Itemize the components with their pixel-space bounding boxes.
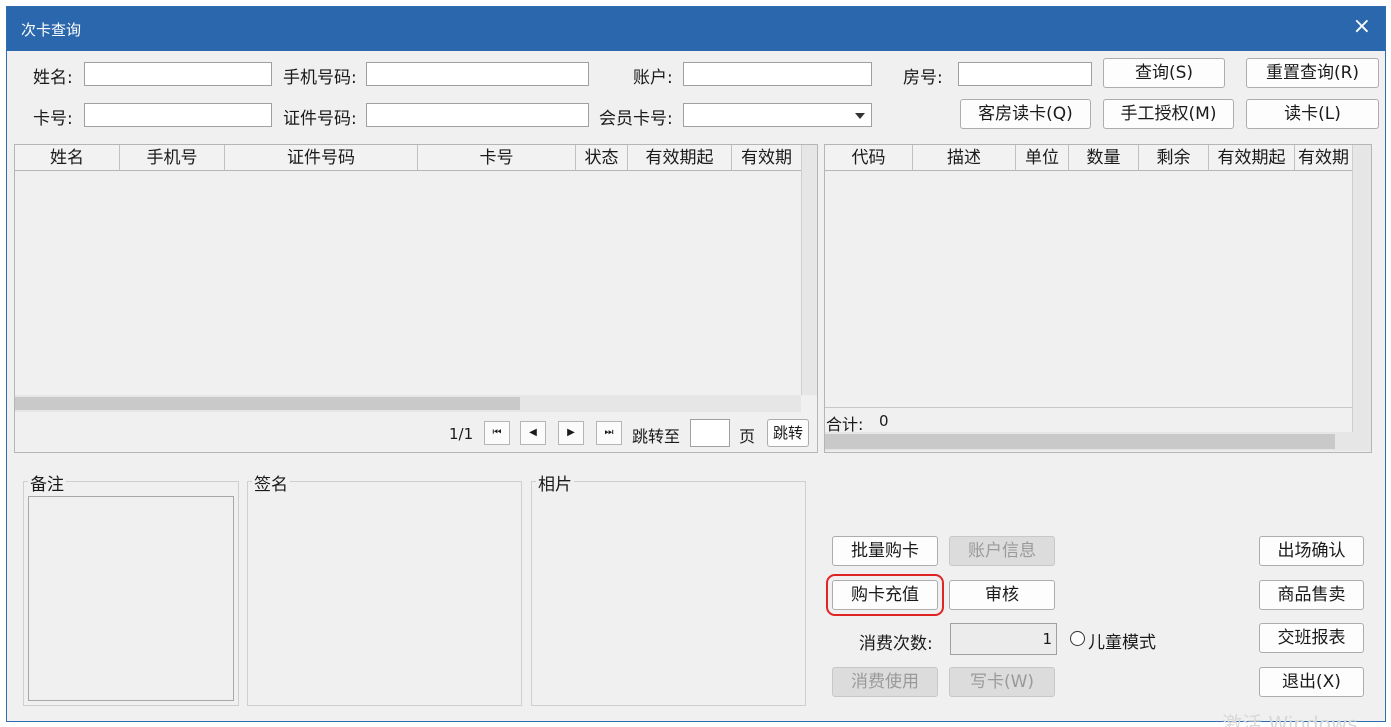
id-no-label: 证件号码:: [283, 109, 357, 129]
card-items-header: 代码 描述 单位 数量 剩余 有效期起 有效期: [825, 145, 1352, 171]
total-divider: [825, 407, 1352, 408]
scrollbar-thumb[interactable]: [825, 434, 1335, 449]
chevron-down-icon: [855, 113, 865, 119]
column-header[interactable]: 代码: [825, 145, 913, 170]
query-button[interactable]: 查询(S): [1103, 58, 1225, 88]
consume-count-label: 消费次数:: [859, 634, 933, 654]
prev-page-icon[interactable]: ◀: [520, 421, 546, 445]
shift-report-button[interactable]: 交班报表: [1259, 623, 1364, 653]
column-header[interactable]: 有效期: [732, 145, 801, 170]
photo-panel: 相片: [531, 470, 806, 706]
windows-activation-watermark: 激活 Windows: [1222, 712, 1358, 727]
close-icon[interactable]: ×: [1353, 15, 1371, 39]
vertical-scrollbar[interactable]: [1352, 145, 1371, 432]
card-list-header: 姓名 手机号 证件号码 卡号 状态 有效期起 有效期: [15, 145, 801, 171]
account-input[interactable]: [683, 62, 872, 86]
last-page-icon[interactable]: ⏭: [596, 421, 622, 445]
horizontal-scrollbar[interactable]: [15, 395, 801, 412]
column-header[interactable]: 描述: [913, 145, 1016, 170]
vertical-scrollbar[interactable]: [801, 145, 817, 395]
account-info-button[interactable]: 账户信息: [949, 536, 1055, 566]
manual-authorize-button[interactable]: 手工授权(M): [1103, 99, 1234, 129]
card-no-input[interactable]: [84, 103, 272, 127]
buy-card-recharge-button[interactable]: 购卡充值: [826, 574, 944, 616]
consume-use-button[interactable]: 消费使用: [832, 667, 938, 697]
consume-count-field[interactable]: 1: [950, 623, 1057, 655]
page-unit-label: 页: [739, 427, 756, 446]
column-header[interactable]: 姓名: [15, 145, 120, 170]
column-header[interactable]: 有效期起: [628, 145, 732, 170]
photo-label: 相片: [536, 470, 574, 495]
signature-label: 签名: [252, 470, 290, 495]
signature-panel: 签名: [247, 470, 522, 706]
read-card-button[interactable]: 读卡(L): [1246, 99, 1379, 129]
account-label: 账户:: [633, 68, 673, 88]
batch-buy-card-button[interactable]: 批量购卡: [832, 536, 938, 566]
column-header[interactable]: 单位: [1016, 145, 1069, 170]
column-header[interactable]: 证件号码: [225, 145, 418, 170]
remark-box[interactable]: [28, 496, 234, 701]
page-info: 1/1: [449, 425, 474, 443]
goods-sale-button[interactable]: 商品售卖: [1259, 580, 1364, 610]
write-card-button[interactable]: 写卡(W): [949, 667, 1055, 697]
scrollbar-thumb[interactable]: [15, 397, 520, 410]
horizontal-scrollbar[interactable]: [825, 432, 1371, 451]
guest-room-read-card-button[interactable]: 客房读卡(Q): [960, 99, 1091, 129]
jump-button[interactable]: 跳转: [767, 419, 809, 447]
window-title: 次卡查询: [21, 21, 82, 39]
column-header[interactable]: 状态: [576, 145, 628, 170]
card-query-window: 次卡查询 × 姓名: 手机号码: 账户: 房号: 查询(S) 重置查询(R) 卡…: [6, 6, 1386, 722]
card-items-table: 代码 描述 单位 数量 剩余 有效期起 有效期 合计: 0: [824, 144, 1372, 453]
title-bar: 次卡查询 ×: [7, 7, 1385, 51]
name-label: 姓名:: [33, 68, 73, 88]
member-card-select[interactable]: [683, 103, 872, 127]
card-no-label: 卡号:: [33, 109, 73, 129]
column-header[interactable]: 有效期: [1295, 145, 1352, 170]
total-value: 0: [879, 412, 889, 430]
id-no-input[interactable]: [366, 103, 589, 127]
column-header[interactable]: 卡号: [418, 145, 576, 170]
child-mode-radio[interactable]: [1070, 631, 1085, 646]
next-page-icon[interactable]: ▶: [558, 421, 584, 445]
jump-to-label: 跳转至: [632, 427, 681, 446]
remark-panel: 备注: [23, 470, 239, 706]
child-mode-label: 儿童模式: [1088, 633, 1156, 653]
reset-query-button[interactable]: 重置查询(R): [1246, 58, 1379, 88]
remark-label: 备注: [28, 470, 66, 495]
exit-confirm-button[interactable]: 出场确认: [1259, 536, 1364, 566]
phone-label: 手机号码:: [283, 68, 357, 88]
room-input[interactable]: [958, 62, 1092, 86]
first-page-icon[interactable]: ⏮: [484, 421, 510, 445]
card-list-table: 姓名 手机号 证件号码 卡号 状态 有效期起 有效期 1/1 ⏮ ◀ ▶ ⏭ 跳…: [14, 144, 818, 453]
exit-button[interactable]: 退出(X): [1259, 667, 1364, 697]
column-header[interactable]: 有效期起: [1209, 145, 1295, 170]
column-header[interactable]: 手机号: [120, 145, 225, 170]
audit-button[interactable]: 审核: [949, 580, 1055, 610]
column-header[interactable]: 数量: [1069, 145, 1139, 170]
room-label: 房号:: [903, 68, 943, 88]
column-header[interactable]: 剩余: [1139, 145, 1209, 170]
member-card-label: 会员卡号:: [599, 109, 673, 129]
phone-input[interactable]: [366, 62, 589, 86]
name-input[interactable]: [84, 62, 272, 86]
page-number-input[interactable]: [690, 419, 730, 447]
